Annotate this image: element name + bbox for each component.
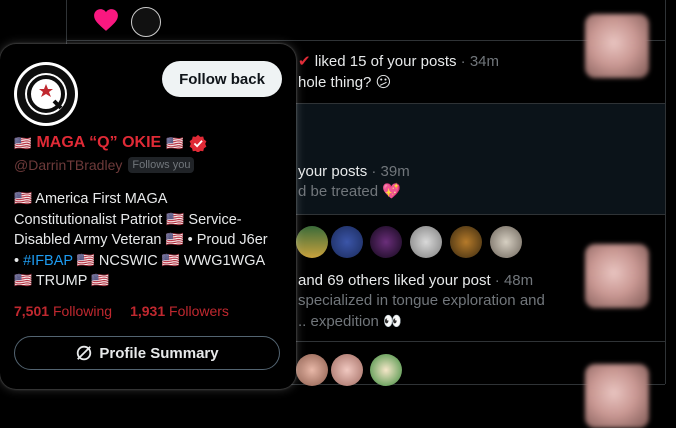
follow-back-button[interactable]: Follow back — [162, 61, 282, 97]
us-flag-icon: 🇺🇸 — [166, 134, 184, 151]
avatar[interactable] — [296, 354, 328, 386]
bio-line: Disabled Army Veteran 🇺🇸 • Proud J6er — [14, 232, 268, 248]
notification-text: your posts · 39m — [298, 163, 410, 180]
avatar[interactable] — [490, 226, 522, 258]
following-link[interactable]: 7,501 Following — [14, 303, 112, 319]
avatar[interactable] — [331, 226, 363, 258]
handle-row: @DarrinTBradley Follows you — [14, 157, 195, 173]
profile-hover-card: Follow back 🇺🇸 MAGA “Q” OKIE 🇺🇸 @DarrinT… — [0, 44, 296, 389]
hashtag-link[interactable]: #IFBAP — [23, 253, 73, 269]
q-seal-icon — [17, 65, 75, 123]
profile-summary-button[interactable]: Profile Summary — [14, 336, 280, 370]
avatar[interactable] — [370, 354, 402, 386]
avatar[interactable] — [14, 62, 78, 126]
verified-icon: ✔ — [298, 53, 311, 70]
avatar[interactable] — [331, 354, 363, 386]
avatar[interactable] — [296, 226, 328, 258]
follow-stats: 7,501 Following 1,931 Followers — [14, 303, 229, 319]
heart-icon — [94, 9, 118, 31]
bio-line: • — [14, 252, 24, 269]
display-name-row[interactable]: 🇺🇸 MAGA “Q” OKIE 🇺🇸 — [14, 134, 207, 152]
followers-link[interactable]: 1,931 Followers — [130, 303, 229, 319]
follows-you-badge: Follows you — [128, 157, 195, 173]
bio-line: Constitutionalist Patriot 🇺🇸 Service- — [14, 211, 242, 228]
profile-summary-label: Profile Summary — [99, 344, 219, 362]
bio: 🇺🇸 America First MAGA Constitutionalist … — [14, 189, 286, 292]
notification-subtext: d be treated 💖 — [298, 183, 401, 200]
verified-badge-icon — [189, 134, 206, 152]
notification-subtext: hole thing? 😕 — [298, 74, 392, 91]
post-thumbnail[interactable] — [585, 14, 649, 78]
notification-subtext: .. expedition 👀 — [298, 313, 402, 330]
notification-subtext: specialized in tongue exploration and — [298, 292, 545, 309]
avatar[interactable] — [370, 226, 402, 258]
handle[interactable]: @DarrinTBradley — [14, 157, 122, 173]
bio-line: 🇺🇸 NCSWIC 🇺🇸 WWG1WGA — [72, 252, 266, 269]
avatar[interactable] — [450, 226, 482, 258]
bio-line: 🇺🇸 America First MAGA — [14, 191, 168, 207]
post-thumbnail[interactable] — [585, 364, 649, 428]
bio-line: 🇺🇸 TRUMP 🇺🇸 — [14, 273, 110, 289]
avatar[interactable] — [131, 7, 161, 37]
grok-icon — [77, 345, 92, 361]
notification-text: ✔ liked 15 of your posts · 34m — [298, 53, 500, 70]
post-thumbnail[interactable] — [585, 244, 649, 308]
display-name: MAGA “Q” OKIE — [36, 134, 162, 151]
us-flag-icon: 🇺🇸 — [14, 134, 32, 151]
avatar[interactable] — [410, 226, 442, 258]
notification-text: and 69 others liked your post · 48m — [298, 272, 534, 289]
